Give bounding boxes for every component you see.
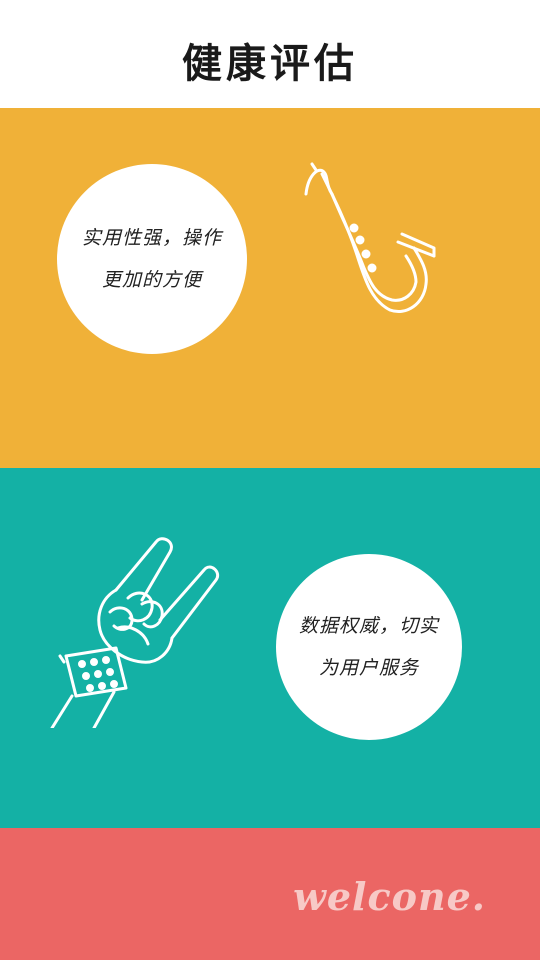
feature-section-usability: 实用性强，操作更加的方便 <box>0 108 540 468</box>
feature-text-usability: 实用性强，操作更加的方便 <box>81 227 222 291</box>
feature-text-authority: 数据权威，切实为用户服务 <box>298 615 439 679</box>
welcome-text: welcone. <box>293 874 486 919</box>
feature-section-authority: 数据权威，切实为用户服务 <box>0 468 540 828</box>
feature-circle-usability: 实用性强，操作更加的方便 <box>57 164 247 354</box>
rock-hand-icon <box>50 537 219 728</box>
feature-circle-authority: 数据权威，切实为用户服务 <box>276 554 462 740</box>
welcome-footer: welcone. <box>0 828 540 960</box>
header: 健康评估 <box>0 0 540 108</box>
page-title: 健康评估 <box>182 40 358 87</box>
saxophone-icon <box>304 162 436 313</box>
